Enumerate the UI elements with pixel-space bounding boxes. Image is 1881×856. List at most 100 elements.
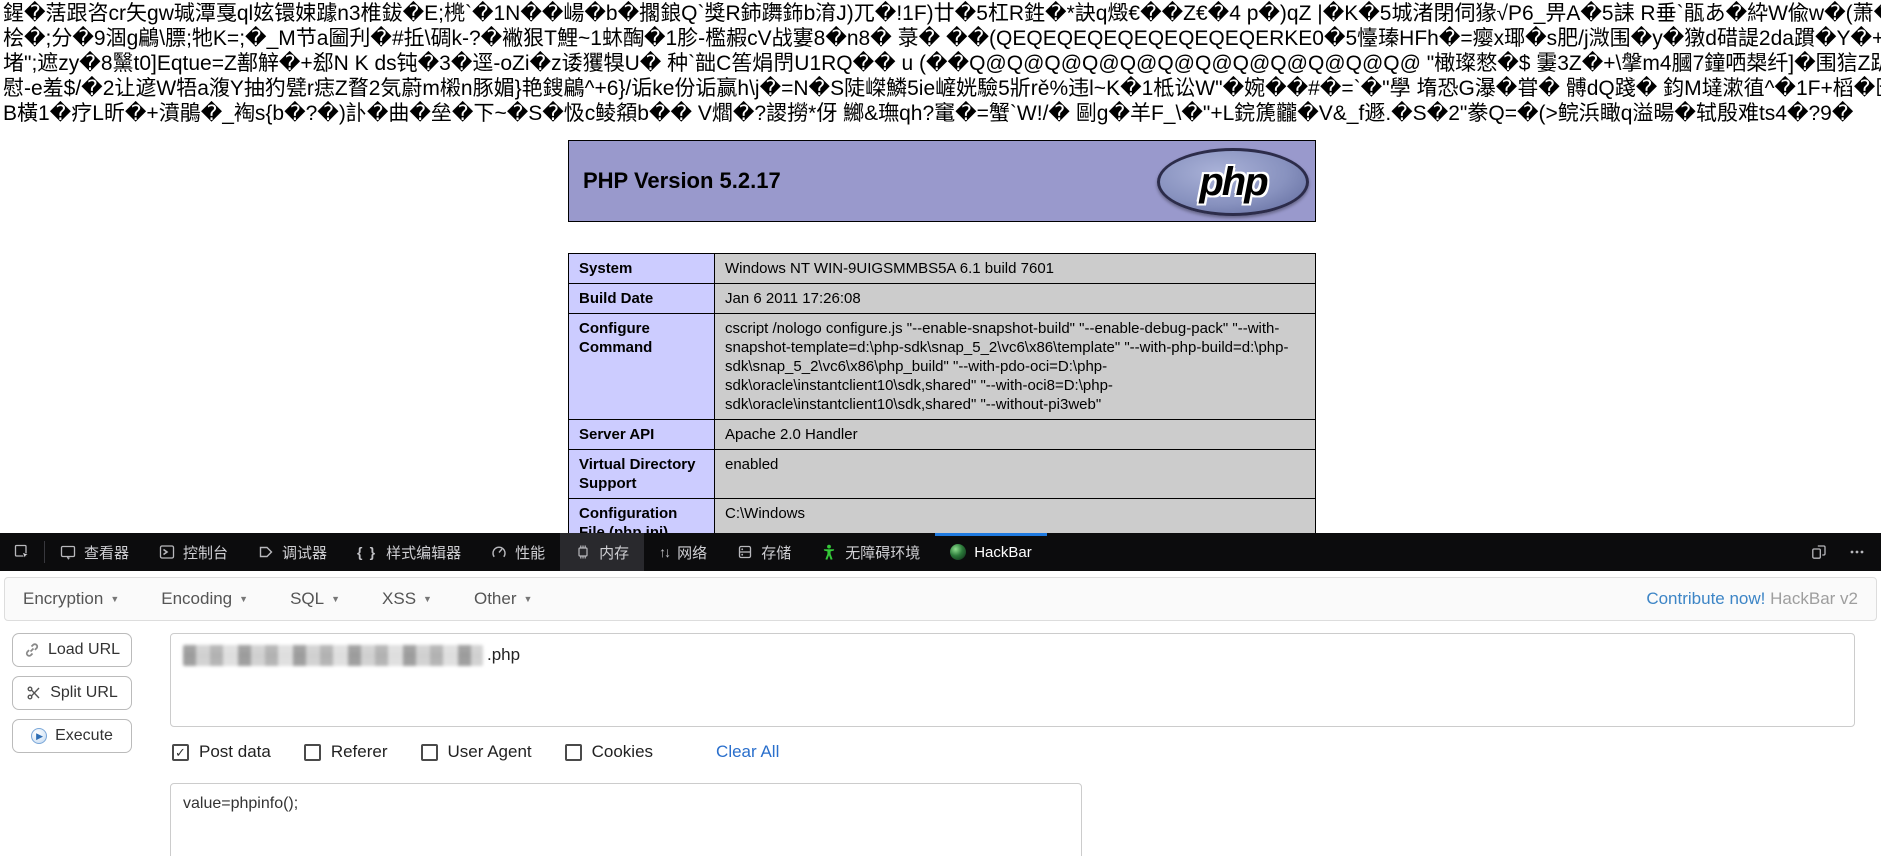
tab-storage[interactable]: 存储: [722, 533, 806, 571]
row-label: Server API: [568, 419, 715, 450]
phpinfo-table: System Windows NT WIN-9UIGSMMBS5A 6.1 bu…: [568, 253, 1316, 533]
tab-label: HackBar: [974, 543, 1032, 561]
tab-debugger[interactable]: 调试器: [243, 533, 342, 571]
row-value: enabled: [714, 449, 1316, 499]
contribute-link[interactable]: Contribute now!: [1646, 589, 1765, 608]
table-row: Configuration File (php.ini) Path C:\Win…: [568, 498, 1316, 533]
split-url-button[interactable]: Split URL: [12, 676, 132, 710]
tab-performance[interactable]: 性能: [476, 533, 560, 571]
checkbox-label: Cookies: [591, 742, 654, 761]
chevron-down-icon: ▼: [331, 594, 341, 604]
php-logo: php: [1157, 148, 1309, 216]
chevron-down-icon: ▼: [423, 594, 432, 604]
tab-style-editor[interactable]: { } 样式编辑器: [342, 533, 476, 571]
row-label: Configuration File (php.ini) Path: [568, 498, 715, 533]
tab-console[interactable]: 控制台: [144, 533, 243, 571]
checkbox-label: Referer: [330, 742, 388, 761]
url-input[interactable]: .php: [170, 633, 1855, 727]
post-data-option[interactable]: ✓ Post data: [172, 742, 271, 762]
table-row: System Windows NT WIN-9UIGSMMBS5A 6.1 bu…: [568, 253, 1316, 284]
button-label: Load URL: [47, 641, 121, 658]
url-suffix: .php: [487, 645, 521, 664]
menu-label: Encoding: [161, 589, 233, 608]
checkbox-referer[interactable]: [303, 743, 321, 761]
chevron-down-icon: ▼: [523, 594, 533, 604]
link-icon: [25, 643, 38, 657]
hackbar-version-label: HackBar v2: [1770, 589, 1858, 608]
clear-all-link[interactable]: Clear All: [716, 742, 779, 762]
tab-label: 存储: [761, 544, 792, 562]
menu-encoding[interactable]: Encoding ▼: [161, 589, 248, 609]
row-label: Build Date: [568, 283, 715, 314]
table-row: Build Date Jan 6 2011 17:26:08: [568, 283, 1316, 314]
garbled-line: 鍟�萿跟咨cr矢gw瑊潭戛ql妶镮娕躆n3椎鈸�E;橷`�1N��崵�b�擱鋃Q…: [3, 2, 1881, 25]
menu-label: SQL: [290, 589, 325, 608]
referer-option[interactable]: Referer: [303, 742, 388, 762]
devtools-toolbar: 查看器 控制台 调试器 { } 样式编辑器 性能 内存 ↑↓ 网络 存储 无障碍…: [0, 533, 1881, 571]
style-editor-icon: { }: [357, 544, 379, 560]
inspector-icon: [60, 544, 76, 560]
hackbar-action-buttons: Load URL Split URL ▶ Execute: [12, 633, 132, 753]
tab-label: 无障碍环境: [845, 544, 921, 562]
checkbox-label: User Agent: [447, 742, 532, 761]
accessibility-icon: [821, 544, 837, 560]
checkbox-post-data[interactable]: ✓: [172, 743, 189, 761]
performance-icon: [491, 544, 507, 560]
pick-element-icon: [14, 544, 30, 560]
execute-button[interactable]: ▶ Execute: [12, 719, 132, 753]
tab-network[interactable]: ↑↓ 网络: [644, 533, 722, 571]
menu-label: XSS: [382, 589, 417, 608]
tab-hackbar[interactable]: HackBar: [935, 533, 1047, 571]
phpinfo-title: PHP Version 5.2.17: [583, 168, 781, 193]
garbled-binary-output: 鍟�萿跟咨cr矢gw瑊潭戛ql妶镮娕躆n3椎鈸�E;橷`�1N��崵�b�擱鋃Q…: [3, 1, 1881, 126]
menu-other[interactable]: Other ▼: [474, 589, 532, 609]
table-row: Configure Command cscript /nologo config…: [568, 313, 1316, 420]
row-value: cscript /nologo configure.js "--enable-s…: [714, 313, 1316, 420]
row-value: Jan 6 2011 17:26:08: [714, 283, 1316, 314]
play-icon: ▶: [31, 728, 48, 744]
tab-accessibility[interactable]: 无障碍环境: [806, 533, 935, 571]
redacted-url-blur: [183, 645, 483, 667]
load-url-button[interactable]: Load URL: [12, 633, 132, 667]
phpinfo-section: PHP Version 5.2.17 php System Windows NT…: [568, 140, 1316, 533]
post-data-value: value=phpinfo();: [183, 795, 299, 812]
page-viewport: 鍟�萿跟咨cr矢gw瑊潭戛ql妶镮娕躆n3椎鈸�E;橷`�1N��崵�b�擱鋃Q…: [0, 0, 1881, 533]
memory-icon: [575, 544, 591, 560]
table-row: Server API Apache 2.0 Handler: [568, 419, 1316, 450]
tab-label: 样式编辑器: [386, 544, 462, 562]
garbled-line: B橫1�疗L昕�+濆鵑�_裪s{b�?�)訃�曲�垒�下~�S�忣c鲮頯b�� …: [3, 102, 1854, 125]
network-icon: ↑↓: [659, 544, 671, 560]
checkbox-user-agent[interactable]: [420, 743, 438, 761]
garbled-line: 堵";遮zy�8黳t0]Eqtue=Z鄯觪�+郄N K ds钝�3�逕-oZi�…: [3, 52, 1881, 75]
request-options-row: ✓ Post data Referer User Agent Cookies C…: [172, 742, 779, 762]
menu-sql[interactable]: SQL ▼: [290, 589, 340, 609]
chevron-down-icon: ▼: [239, 594, 249, 604]
post-data-input[interactable]: value=phpinfo();: [170, 783, 1082, 856]
menu-xss[interactable]: XSS ▼: [382, 589, 432, 609]
cookies-option[interactable]: Cookies: [564, 742, 654, 762]
hackbar-panel: Encryption ▼ Encoding ▼ SQL ▼ XSS ▼ Othe…: [0, 571, 1881, 856]
menu-encryption[interactable]: Encryption ▼: [23, 589, 119, 609]
debugger-icon: [258, 544, 274, 560]
checkbox-cookies[interactable]: [564, 743, 582, 761]
console-icon: [159, 544, 175, 560]
php-logo-text: php: [1199, 159, 1268, 204]
scissors-icon: [27, 686, 40, 700]
storage-icon: [737, 544, 753, 560]
tab-label: 性能: [515, 544, 546, 562]
pick-element-button[interactable]: [0, 533, 44, 571]
browser-window: 鍟�萿跟咨cr矢gw瑊潭戛ql妶镮娕躆n3椎鈸�E;橷`�1N��崵�b�擱鋃Q…: [0, 0, 1881, 856]
row-value: Apache 2.0 Handler: [714, 419, 1316, 450]
row-label: Virtual Directory Support: [568, 449, 715, 499]
meatball-menu-icon[interactable]: [1849, 544, 1865, 560]
user-agent-option[interactable]: User Agent: [420, 742, 532, 762]
row-label: System: [568, 253, 715, 284]
tab-inspector[interactable]: 查看器: [45, 533, 144, 571]
hackbar-menubar: Encryption ▼ Encoding ▼ SQL ▼ XSS ▼ Othe…: [4, 577, 1877, 621]
tab-label: 控制台: [183, 544, 229, 562]
button-label: Execute: [55, 727, 113, 744]
garbled-line: 慰-e羞$/�2让遃W牾a澓Y抽犳甓r痣Z瞀2気蔚m樧n豚媚}艳鎪鶣^+6}/诟…: [3, 77, 1881, 100]
responsive-design-mode-icon[interactable]: [1811, 544, 1827, 560]
tab-memory[interactable]: 内存: [560, 533, 645, 571]
